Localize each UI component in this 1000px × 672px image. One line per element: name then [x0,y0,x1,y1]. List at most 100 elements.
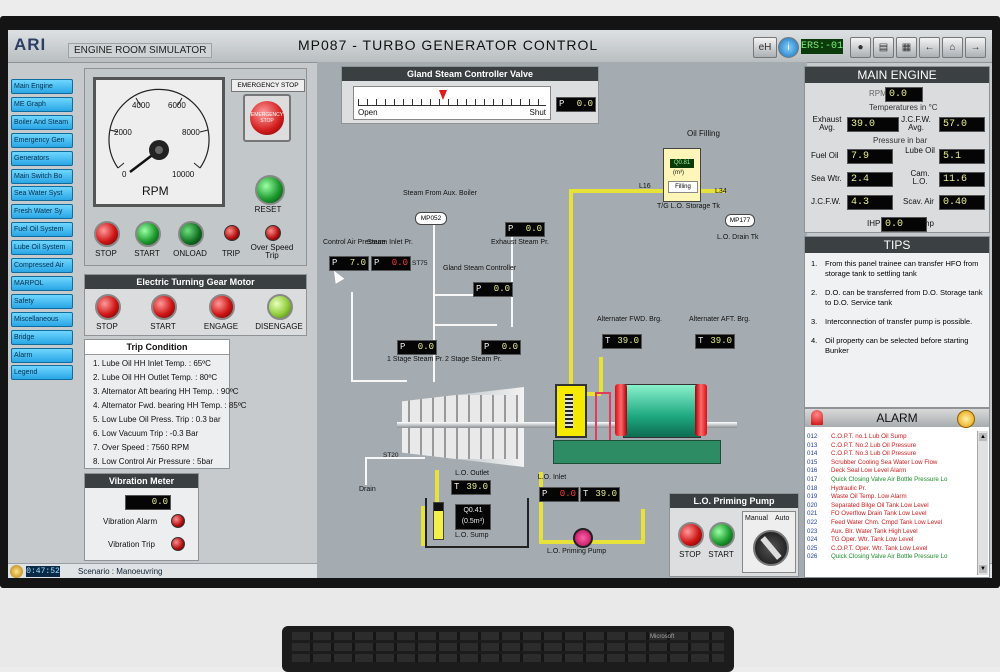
sidebar-item[interactable]: Bridge [11,329,73,345]
sidebar-item[interactable]: Boiler And Steam [11,114,73,130]
storage-quantity: Q0.81 [670,159,694,168]
alarm-row[interactable]: 016 Deck Seal Low Level Alarm [805,467,975,475]
turning-gear-start-button[interactable] [151,294,177,320]
alarm-text: C.O.P.T. No.3 Lub Oil Pressure [831,450,917,458]
alarm-text: Waste Oil Temp. Low Alarm [831,493,907,501]
turbo-generator-mimic: Gland Steam Controller Valve Open Shut P… [317,62,807,578]
back-icon[interactable]: ← [919,37,940,58]
tips-title: TIPS [805,237,989,253]
sidebar-item[interactable]: Fuel Oil System [11,222,73,238]
trip-condition-panel: Trip Condition 1. Lube Oil HH Inlet Temp… [84,339,247,469]
alarm-list[interactable]: 012 C.O.P.T. no.1 Lub Oil Sump 013 C.O.P.T.… [805,433,977,573]
filling-indicator: Filling [668,181,698,193]
exhaust-steam-pressure: P 0.0 [505,222,545,237]
record-icon[interactable]: ● [850,37,871,58]
alarm-row[interactable]: 020 Separated Bilge Oil Tank Low Level [805,502,975,510]
sidebar-item[interactable]: Miscellaneous [11,311,73,327]
alternator-aft-temp: T 39.0 [695,334,735,349]
alarm-row[interactable]: 017 Quick Closing Valve Air Bottle Pressu… [805,476,975,484]
alarm-row[interactable]: 014 C.O.P.T. No.3 Lub Oil Pressure [805,450,975,458]
priming-start-button[interactable] [709,522,735,548]
selector-knob[interactable] [753,530,789,566]
sidebar-item[interactable]: MARPOL [11,275,73,291]
sidebar-item[interactable]: Main Switch Bo [11,168,73,184]
cam-lo-label: Cam. L.O. [910,169,930,186]
alarm-row[interactable]: 026 Quick Closing Valve Air Bottle Pressu… [805,553,975,561]
alarm-row[interactable]: 018 Hydraulic Pr. [805,485,975,493]
alarm-row[interactable]: 019 Waste Oil Temp. Low Alarm [805,493,975,501]
drain-tank-label: L.O. Drain Tk [717,234,759,241]
calculator-icon[interactable]: ▦ [896,37,917,58]
start-button[interactable] [135,221,161,247]
alarm-number: 026 [807,553,818,561]
save-icon[interactable]: ▤ [873,37,894,58]
priming-pump-icon[interactable] [573,528,593,548]
alarm-number: 016 [807,467,818,475]
turning-gear-engage-button[interactable] [209,294,235,320]
sidebar-item[interactable]: Main Engine [11,79,73,94]
info-icon[interactable]: i [778,37,799,58]
sidebar-item[interactable]: Compressed Air [11,258,73,273]
sidebar-item[interactable]: Legend [11,365,73,381]
alarm-row[interactable]: 022 Feed Water Chm. Cmpd Tank Low Level [805,519,975,527]
priming-mode-selector[interactable]: Manual Auto [742,511,796,573]
vibration-trip-label: Vibration Trip [108,540,155,549]
alarm-row[interactable]: 012 C.O.P.T. no.1 Lub Oil Sump [805,433,975,441]
lube-oil-value: 5.1 [939,149,985,164]
alarm-number: 022 [807,519,818,526]
alarm-row[interactable]: 025 C.O.P.T. Oper. Wtr. Tank Low Level [805,545,975,553]
forward-icon[interactable]: → [965,37,986,58]
priming-stop-button[interactable] [678,522,704,548]
sidebar-item[interactable]: ME Graph [11,96,73,112]
gland-valve-indicator[interactable] [439,90,447,100]
sidebar-item[interactable]: Generators [11,150,73,166]
sidebar-item[interactable]: Fresh Water Sy [11,204,73,220]
reset-button[interactable] [255,175,285,205]
alarm-number: 023 [807,527,818,535]
alarm-row[interactable]: 021 FO Overflow Drain Tank Low Level [805,510,975,518]
alarm-row[interactable]: 013 C.O.P.T. No.2 Lub Oil Pressure [805,442,975,450]
help-button[interactable]: eH [753,37,777,58]
onload-button[interactable] [178,221,204,247]
overspeed-trip-lamp [265,225,281,241]
sump-unit: (0.5m³) [461,518,485,525]
clock-icon [10,565,23,578]
sidebar-item[interactable]: Sea Water Syst [11,186,73,202]
alarm-row[interactable]: 015 Scrubber Cooling Sea Water Low Flow [805,459,975,467]
turning-gear-engage-label: ENGAGE [203,322,239,331]
alarm-row[interactable]: 024 TG Oper. Wtr. Tank Low Level [805,536,975,544]
turning-gear-stop-button[interactable] [95,294,121,320]
gland-valve-panel: Gland Steam Controller Valve Open Shut P… [341,66,599,124]
fuel-oil-value: 7.9 [847,149,893,164]
stop-button[interactable] [94,221,120,247]
page-title: MP087 - TURBO GENERATOR CONTROL [298,37,599,53]
turning-gear-disengage-button[interactable] [267,294,293,320]
vibration-alarm-label: Vibration Alarm [103,517,158,526]
alarm-scrollbar[interactable]: ▲ ▼ [977,431,988,575]
alarm-row[interactable]: 023 Aux. Blr. Water Tank High Level [805,528,975,536]
jcfw-pressure-label: J.C.F.W. [811,197,841,206]
header-bar: ARI ENGINE ROOM SIMULATOR MP087 - TURBO … [8,30,992,63]
lo-pipe [599,357,603,392]
alarm-beacon-icon [811,410,823,425]
scroll-down-icon[interactable]: ▼ [979,565,987,573]
alarm-acknowledge-button[interactable] [957,410,975,428]
exhaust-label: Exhaust Avg. [812,115,842,132]
priming-pump-title: L.O. Priming Pump [670,494,798,508]
sidebar-item[interactable]: Alarm [11,347,73,363]
alarm-text: C.O.P.T. no.1 Lub Oil Sump [831,433,907,440]
vibration-meter-panel: Vibration Meter 0.0 Vibration Alarm Vibr… [84,473,199,561]
tips-list: 1. From this panel trainee can transfer H… [811,259,985,356]
scroll-up-icon[interactable]: ▲ [979,433,987,441]
sidebar-item[interactable]: Emergency Gen [11,132,73,148]
sump-level-bar [433,502,444,540]
cam-lo-value: 11.6 [939,172,985,187]
emergency-stop-button[interactable]: EMERGENCY STOP [250,101,284,135]
stage1-label: 1 Stage Steam Pr. [387,356,444,363]
home-icon[interactable]: ⌂ [942,37,963,58]
steam-from-boiler-label: Steam From Aux. Boiler [403,190,477,197]
alternator-fwd-temp: T 39.0 [602,334,642,349]
sidebar-item[interactable]: Safety [11,293,73,309]
alternator-aft-label: Alternater AFT. Brg. [689,316,751,323]
sidebar-item[interactable]: Lube Oil System [11,240,73,256]
